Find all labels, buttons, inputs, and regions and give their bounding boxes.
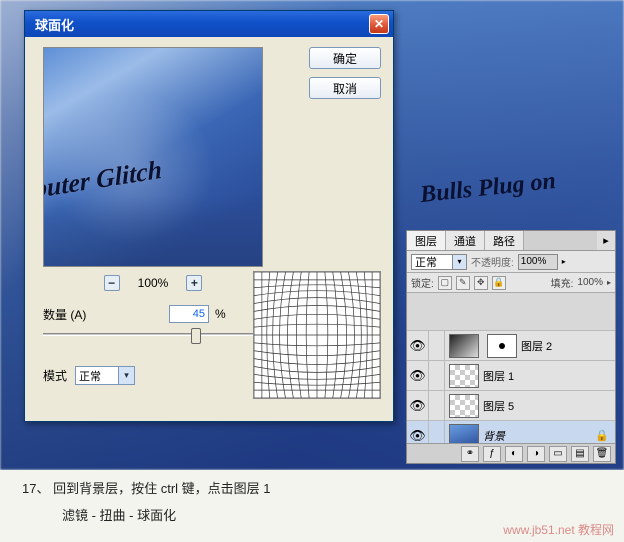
visibility-toggle[interactable]: 👁	[407, 331, 429, 360]
eye-icon: 👁	[409, 368, 426, 384]
eye-icon: 👁	[409, 338, 426, 354]
opacity-label: 不透明度:	[471, 254, 514, 269]
amount-unit: %	[215, 307, 226, 321]
mode-value: 正常	[79, 368, 101, 384]
layers-panel: 图层 通道 路径 ▸ 正常 ▾ 不透明度: 100% ▸ 锁定: ▢ ✎ ✥ 🔒…	[406, 230, 616, 464]
close-icon: ✕	[374, 17, 384, 31]
chevron-right-icon: ▸	[562, 257, 566, 266]
plus-icon: +	[191, 276, 198, 290]
layer-row[interactable]: 👁 图层 2	[407, 331, 615, 361]
zoom-percent: 100%	[138, 276, 169, 290]
adjustment-layer-button[interactable]: ◑	[527, 446, 545, 462]
layer-row[interactable]: 👁 图层 1	[407, 361, 615, 391]
preview-headline-text: nputer Glitch	[43, 155, 163, 208]
blend-mode-value: 正常	[415, 254, 437, 270]
step-text-1: 回到背景层，按住 ctrl 键，点击图层 1	[53, 481, 270, 496]
lock-icon: 🔒	[595, 429, 609, 442]
lock-all-button[interactable]: 🔒	[492, 276, 506, 290]
tab-channels[interactable]: 通道	[446, 231, 485, 250]
fill-label: 填充:	[551, 275, 574, 290]
tab-layers[interactable]: 图层	[407, 231, 446, 250]
link-cell[interactable]	[429, 361, 445, 390]
amount-input[interactable]	[169, 305, 209, 323]
dialog-titlebar[interactable]: 球面化 ✕	[25, 11, 393, 37]
lock-transparency-button[interactable]: ▢	[438, 276, 452, 290]
chevron-right-icon: ▸	[603, 234, 609, 247]
layer-name: 图层 2	[521, 338, 552, 354]
chevron-down-icon: ▾	[118, 367, 134, 384]
ok-button[interactable]: 确定	[309, 47, 381, 69]
layer-name: 图层 1	[483, 368, 514, 384]
layer-spacer	[407, 293, 615, 331]
layer-thumbnail[interactable]	[449, 364, 479, 388]
amount-slider[interactable]	[43, 333, 253, 336]
layer-thumbnail[interactable]	[449, 394, 479, 418]
amount-label: 数量 (A)	[43, 306, 163, 323]
zoom-out-button[interactable]: −	[104, 275, 120, 291]
layer-name: 背景	[483, 428, 505, 444]
delete-layer-button[interactable]: 🗑	[593, 446, 611, 462]
layers-list: 👁 图层 2 👁 图层 1 👁 图层 5 👁 背景 🔒	[407, 293, 615, 451]
visibility-toggle[interactable]: 👁	[407, 391, 429, 420]
watermark: www.jb51.net 教程网	[503, 521, 614, 538]
chevron-down-icon: ▾	[452, 255, 466, 269]
spherize-dialog: 球面化 ✕ 确定 取消 nputer Glitch − 100% + 数量 (A…	[24, 10, 394, 422]
mask-thumbnail[interactable]	[487, 334, 517, 358]
zoom-in-button[interactable]: +	[186, 275, 202, 291]
effect-preview: nputer Glitch	[43, 47, 263, 267]
new-layer-button[interactable]: ▤	[571, 446, 589, 462]
tutorial-caption: 17、 回到背景层，按住 ctrl 键，点击图层 1 滤镜 - 扭曲 - 球面化…	[0, 470, 624, 542]
layer-row[interactable]: 👁 图层 5	[407, 391, 615, 421]
panel-menu-button[interactable]: ▸	[597, 231, 615, 250]
link-layers-button[interactable]: ⚭	[461, 446, 479, 462]
layer-name: 图层 5	[483, 398, 514, 414]
close-button[interactable]: ✕	[369, 14, 389, 34]
cancel-button[interactable]: 取消	[309, 77, 381, 99]
opacity-input[interactable]: 100%	[518, 254, 558, 270]
fill-input[interactable]: 100%	[577, 277, 603, 288]
layer-style-button[interactable]: ƒ	[483, 446, 501, 462]
tab-paths[interactable]: 路径	[485, 231, 524, 250]
link-cell[interactable]	[429, 331, 445, 360]
lock-label: 锁定:	[411, 275, 434, 290]
lock-position-button[interactable]: ✥	[474, 276, 488, 290]
layer-mask-button[interactable]: ◐	[505, 446, 523, 462]
spherize-grid-preview	[253, 271, 381, 399]
mode-select[interactable]: 正常 ▾	[75, 366, 135, 385]
eye-icon: 👁	[409, 398, 426, 414]
blend-mode-select[interactable]: 正常 ▾	[411, 254, 467, 270]
eye-icon: 👁	[409, 428, 426, 444]
layer-thumbnail[interactable]	[449, 334, 479, 358]
minus-icon: −	[108, 276, 115, 290]
dialog-title: 球面化	[35, 15, 369, 34]
mode-label: 模式	[43, 367, 67, 384]
visibility-toggle[interactable]: 👁	[407, 361, 429, 390]
step-number: 17、	[22, 481, 49, 496]
lock-pixels-button[interactable]: ✎	[456, 276, 470, 290]
chevron-right-icon: ▸	[607, 278, 611, 287]
group-button[interactable]: ▭	[549, 446, 567, 462]
slider-thumb[interactable]	[191, 328, 201, 344]
link-cell[interactable]	[429, 391, 445, 420]
